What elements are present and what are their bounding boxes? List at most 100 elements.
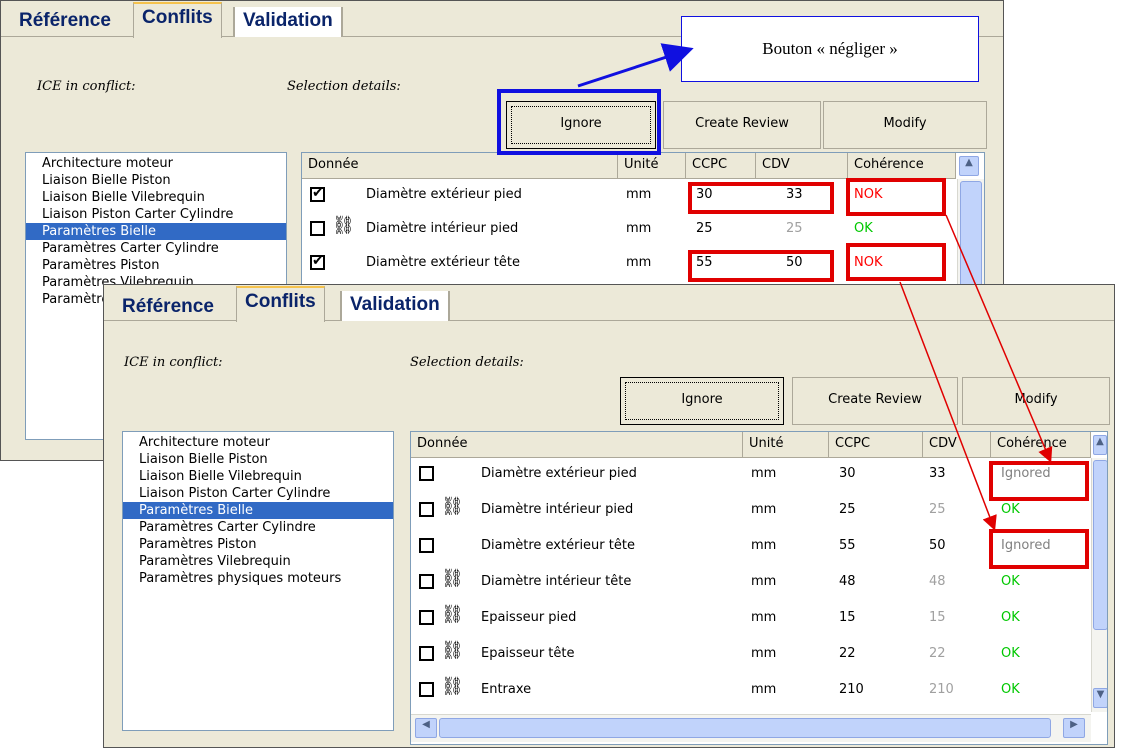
row-ccpc: 15 [839,610,856,625]
back-list-item[interactable]: Paramètres Piston [26,257,286,274]
back-ice-label: ICE in conflict: [37,79,136,94]
front-row3-status-highlight [989,529,1089,569]
front-scroll-right-button[interactable]: ▶ [1063,718,1085,738]
back-modify-button[interactable]: Modify [823,101,987,149]
front-tab-bar: Référence Conflits Validation [104,285,1114,323]
front-header-cdv[interactable]: CDV [923,432,991,458]
chain-link-icon: ⛓ [332,215,355,236]
row-ccpc: 55 [839,538,856,553]
front-details-label: Selection details: [410,355,524,370]
row-cdv: 22 [929,646,946,661]
row-checkbox[interactable] [310,185,325,202]
front-hscroll-thumb[interactable] [439,718,1051,738]
front-scroll-up-button[interactable]: ▲ [1093,435,1107,455]
back-scroll-up-button[interactable]: ▲ [959,156,979,176]
back-header-coherence[interactable]: Cohérence [848,153,956,179]
back-vertical-scrollbar[interactable] [957,179,984,291]
callout-box: Bouton « négliger » [681,16,979,82]
row-cdv: 25 [786,221,803,236]
back-list-item[interactable]: Liaison Piston Carter Cylindre [26,206,286,223]
back-list-item[interactable]: Paramètres Carter Cylindre [26,240,286,257]
chain-link-icon: ⛓ [441,568,464,589]
back-header-ccpc[interactable]: CCPC [686,153,756,179]
chain-link-icon: ⛓ [441,604,464,625]
front-header-ccpc[interactable]: CCPC [829,432,923,458]
front-list-item[interactable]: Paramètres Piston [123,536,393,553]
back-list-item[interactable]: Liaison Bielle Piston [26,172,286,189]
back-list-item[interactable]: Paramètres Bielle [26,223,286,240]
row-checkbox[interactable] [419,682,434,697]
back-create-review-button[interactable]: Create Review [663,101,821,149]
row-ccpc: 25 [696,221,713,236]
row-checkbox[interactable] [419,466,434,481]
back-header-unite[interactable]: Unité [618,153,686,179]
row-name: Diamètre intérieur pied [481,502,634,517]
front-list-item[interactable]: Paramètres Bielle [123,502,393,519]
front-scroll-left-button[interactable]: ◀ [415,718,437,738]
row-cdv: 50 [929,538,946,553]
row-checkbox[interactable] [419,574,434,589]
row-cdv: 15 [929,610,946,625]
row-status: OK [1001,610,1020,625]
row-unit: mm [751,502,777,517]
back-row1-values-highlight [688,182,834,214]
row-cdv: 25 [929,502,946,517]
front-header-unite[interactable]: Unité [743,432,829,458]
row-cdv: 48 [929,574,946,589]
row-status: OK [1001,574,1020,589]
row-checkbox[interactable] [419,646,434,661]
back-header-cdv[interactable]: CDV [756,153,848,179]
row-cdv: 33 [929,466,946,481]
front-tab-validation[interactable]: Validation [340,291,450,321]
row-unit: mm [751,466,777,481]
row-ccpc: 210 [839,682,864,697]
front-row1-status-highlight [989,461,1089,501]
row-checkbox[interactable] [310,221,325,236]
back-tab-reference[interactable]: Référence [11,7,119,37]
back-details-label: Selection details: [287,79,401,94]
row-checkbox[interactable] [419,538,434,553]
front-tab-reference[interactable]: Référence [114,293,222,323]
back-header-donnee[interactable]: Donnée [302,153,618,179]
back-list-item[interactable]: Liaison Bielle Vilebrequin [26,189,286,206]
row-status: OK [1001,682,1020,697]
front-scroll-down-button[interactable]: ▼ [1093,688,1107,708]
front-horizontal-scrollbar[interactable]: ◀ ▶ [411,714,1091,742]
front-tab-conflits[interactable]: Conflits [236,286,325,322]
row-unit: mm [751,610,777,625]
row-checkbox[interactable] [419,610,434,625]
front-ice-list[interactable]: Architecture moteur Liaison Bielle Piston… [122,431,394,731]
front-header-coherence[interactable]: Cohérence [991,432,1091,458]
back-tab-conflits[interactable]: Conflits [133,2,222,38]
back-list-item[interactable]: Architecture moteur [26,155,286,172]
row-checkbox[interactable] [419,502,434,517]
front-list-item[interactable]: Architecture moteur [123,434,393,451]
front-scroll-thumb[interactable] [1093,460,1107,630]
front-list-item[interactable]: Paramètres Vilebrequin [123,553,393,570]
row-name: Diamètre extérieur pied [481,466,637,481]
row-name: Epaisseur tête [481,646,575,661]
row-unit: mm [751,646,777,661]
front-list-item[interactable]: Liaison Bielle Piston [123,451,393,468]
row-name: Epaisseur pied [481,610,577,625]
row-unit: mm [626,221,652,236]
row-ccpc: 22 [839,646,856,661]
row-status: OK [1001,646,1020,661]
chain-link-icon: ⛓ [441,640,464,661]
front-vertical-scrollbar[interactable]: ▼ [1091,458,1107,712]
front-list-item[interactable]: Paramètres physiques moteurs [123,570,393,587]
back-tab-validation[interactable]: Validation [233,7,343,37]
row-checkbox[interactable] [310,253,325,270]
front-ignore-button[interactable]: Ignore [620,377,784,425]
front-modify-button[interactable]: Modify [962,377,1110,425]
row-name: Diamètre extérieur tête [481,538,635,553]
row-unit: mm [751,574,777,589]
row-name: Diamètre intérieur pied [366,221,519,236]
front-header-donnee[interactable]: Donnée [411,432,743,458]
front-list-item[interactable]: Liaison Bielle Vilebrequin [123,468,393,485]
back-scroll-thumb[interactable] [960,181,982,289]
front-list-item[interactable]: Paramètres Carter Cylindre [123,519,393,536]
front-list-item[interactable]: Liaison Piston Carter Cylindre [123,485,393,502]
front-create-review-button[interactable]: Create Review [792,377,958,425]
row-status: OK [1001,502,1020,517]
